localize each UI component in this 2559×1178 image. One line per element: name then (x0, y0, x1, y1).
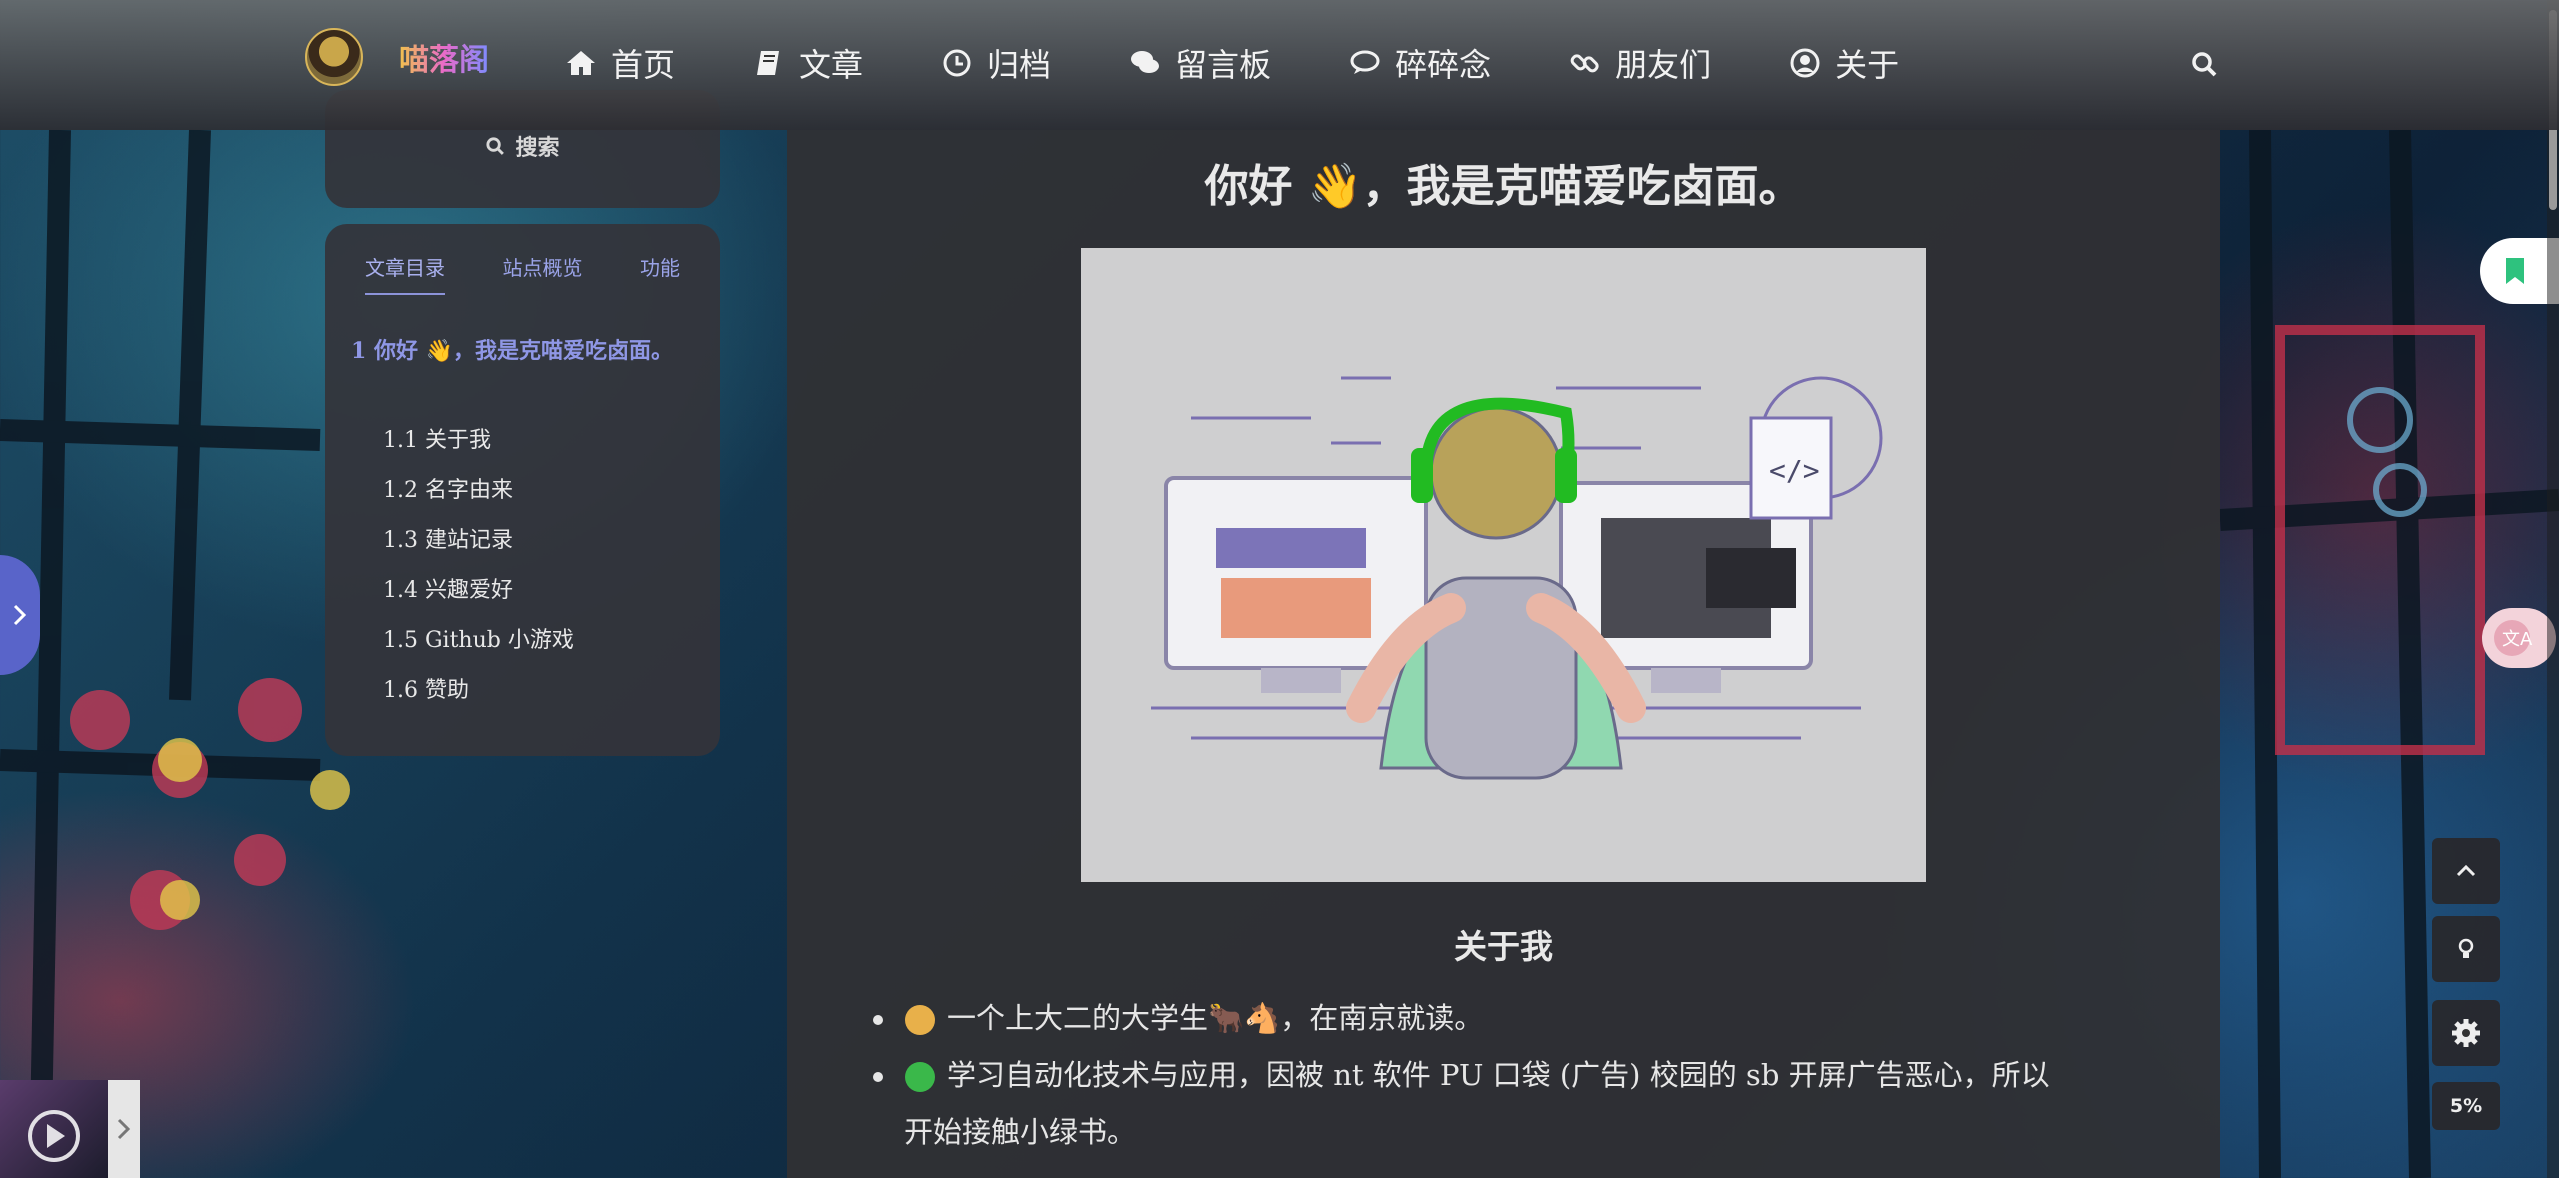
tab-overview[interactable]: 站点概览 (503, 252, 583, 295)
nav-item-about[interactable]: 关于 (1789, 40, 1899, 86)
toc-item[interactable]: 1.3 建站记录 (383, 522, 513, 554)
sidebar-search-label: 搜索 (515, 136, 560, 161)
nav-item-label: 归档 (987, 46, 1052, 84)
nav-item-label: 留言板 (1175, 46, 1272, 84)
toc-item[interactable]: 1.5 Github 小游戏 (383, 622, 574, 654)
brand[interactable]: 喵落阁 (305, 28, 489, 86)
tab-toc[interactable]: 文章目录 (365, 252, 445, 295)
chevron-right-icon (13, 604, 27, 626)
toc-item[interactable]: 1.2 名字由来 (383, 472, 513, 504)
nav-item-home[interactable]: 首页 (565, 40, 675, 86)
bullet (873, 1015, 883, 1025)
sidebar-search-button[interactable]: 搜索 (325, 130, 720, 162)
nav-item-label: 文章 (799, 46, 864, 84)
list-item-text: 一个上大二的大学生🐂🐴，在南京就读。 (947, 1001, 1484, 1035)
search-icon[interactable] (2190, 50, 2218, 78)
person-emoji-icon (905, 1005, 935, 1035)
list-item-text: 学习自动化技术与应用，因被 nt 软件 PU 口袋 (广告) 校园的 sb 开屏… (947, 1058, 2050, 1092)
gear-icon (2452, 1019, 2480, 1047)
music-player-toggle[interactable] (108, 1080, 140, 1178)
top-navbar: 喵落阁 首页 文章 归档 留言板 碎碎念 朋友们 关于 (0, 0, 2559, 130)
nav-item-label: 朋友们 (1615, 46, 1712, 84)
comments-icon (1131, 51, 1160, 73)
nav-item-archive[interactable]: 归档 (941, 40, 1051, 86)
nav-item-friends[interactable]: 朋友们 (1569, 40, 1711, 86)
back-to-top-button[interactable] (2432, 838, 2500, 904)
snake-emoji-icon (905, 1062, 935, 1092)
tab-functions[interactable]: 功能 (640, 252, 680, 295)
play-icon (28, 1110, 80, 1162)
book-icon (757, 51, 780, 75)
nav-item-label: 碎碎念 (1395, 46, 1492, 84)
toc-item-main[interactable]: 1 你好 👋，我是克喵爱吃卤面。 (351, 332, 681, 370)
translate-icon: 文A (2494, 620, 2533, 656)
toc-item[interactable]: 1.1 关于我 (383, 422, 491, 454)
bullet (873, 1072, 883, 1082)
nav-item-moments[interactable]: 碎碎念 (1349, 40, 1491, 86)
list-item-continuation: 开始接触小绿书。 (904, 1115, 1137, 1149)
nav-item-articles[interactable]: 文章 (753, 40, 863, 86)
reading-progress: 5% (2432, 1082, 2500, 1130)
hero-image: </> (1081, 248, 1926, 882)
clock-icon (943, 49, 971, 77)
user-circle-icon (1790, 48, 1820, 78)
nav-item-label: 首页 (611, 46, 676, 84)
programmer-illustration: </> (1151, 376, 1883, 780)
lightbulb-icon (2458, 938, 2474, 958)
home-icon (567, 51, 595, 75)
toc-item[interactable]: 1.4 兴趣爱好 (383, 572, 513, 604)
list-item: 学习自动化技术与应用，因被 nt 软件 PU 口袋 (广告) 校园的 sb 开屏… (873, 1047, 2050, 1103)
translate-button[interactable]: 文A (2482, 608, 2556, 668)
article-title: 你好 👋，我是克喵爱吃卤面。 (1204, 161, 1803, 212)
list-item: 一个上大二的大学生🐂🐴，在南京就读。 (873, 990, 1483, 1046)
music-player-cover[interactable] (0, 1080, 108, 1178)
search-icon (486, 137, 505, 155)
svg-text:文A: 文A (2502, 629, 2533, 650)
comment-icon (1350, 50, 1380, 74)
main-menu: 首页 文章 归档 留言板 碎碎念 朋友们 关于 (565, 40, 1977, 86)
section-heading-about: 关于我 (1454, 927, 1553, 966)
nav-item-label: 关于 (1835, 46, 1900, 84)
sidebar-tabs: 文章目录 站点概览 功能 (365, 252, 680, 295)
toc-item[interactable]: 1.6 赞助 (383, 672, 469, 704)
nav-item-guestbook[interactable]: 留言板 (1129, 40, 1271, 86)
site-avatar[interactable] (305, 28, 363, 86)
link-icon (1570, 54, 1599, 73)
theme-toggle-button[interactable] (2432, 916, 2500, 982)
svg-text:</>: </> (1769, 454, 1820, 487)
chevron-right-icon (117, 1118, 131, 1140)
chevron-up-icon (2456, 864, 2476, 877)
site-name[interactable]: 喵落阁 (399, 35, 489, 79)
settings-button[interactable] (2432, 1000, 2500, 1066)
sidebar-toc-card: 文章目录 站点概览 功能 1 你好 👋，我是克喵爱吃卤面。 1.1 关于我 1.… (325, 224, 720, 756)
